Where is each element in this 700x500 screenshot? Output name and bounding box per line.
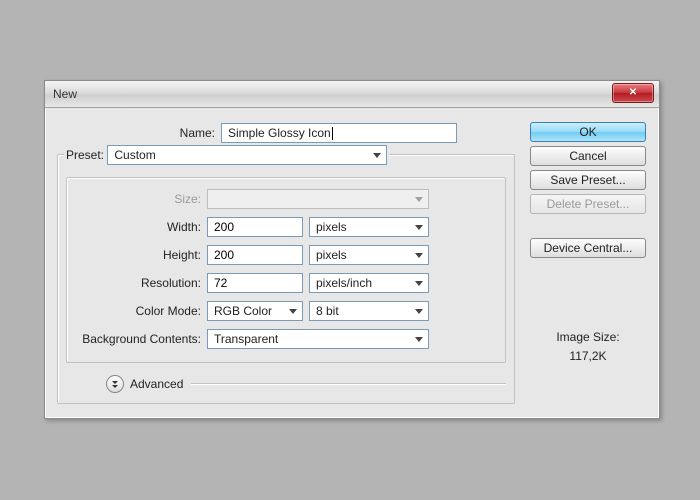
resolution-unit-value: pixels/inch bbox=[316, 276, 372, 290]
advanced-label: Advanced bbox=[130, 377, 183, 391]
image-size-label: Image Size: bbox=[556, 328, 619, 347]
cancel-button-label: Cancel bbox=[569, 149, 606, 163]
color-depth-value: 8 bit bbox=[316, 304, 339, 318]
advanced-toggle-button[interactable] bbox=[106, 375, 124, 393]
color-mode-select[interactable]: RGB Color bbox=[207, 301, 303, 321]
name-label: Name: bbox=[57, 126, 221, 140]
chevron-double-down-icon bbox=[112, 381, 118, 388]
dialog-content: Name: Simple Glossy Icon Preset: Custom … bbox=[45, 108, 659, 418]
color-depth-select[interactable]: 8 bit bbox=[309, 301, 429, 321]
width-label: Width: bbox=[73, 220, 207, 234]
preset-label: Preset: bbox=[66, 148, 104, 162]
height-unit-value: pixels bbox=[316, 248, 347, 262]
background-contents-value: Transparent bbox=[214, 332, 278, 346]
name-input[interactable]: Simple Glossy Icon bbox=[221, 123, 457, 143]
color-mode-label: Color Mode: bbox=[73, 304, 207, 318]
width-unit-value: pixels bbox=[316, 220, 347, 234]
height-label: Height: bbox=[73, 248, 207, 262]
resolution-label: Resolution: bbox=[73, 276, 207, 290]
save-preset-button-label: Save Preset... bbox=[550, 173, 625, 187]
button-column: OK Cancel Save Preset... Delete Preset..… bbox=[529, 122, 647, 406]
color-mode-value: RGB Color bbox=[214, 304, 272, 318]
name-input-value: Simple Glossy Icon bbox=[228, 126, 331, 140]
background-contents-label: Background Contents: bbox=[73, 332, 207, 346]
close-button[interactable]: ✕ bbox=[612, 83, 654, 103]
delete-preset-button: Delete Preset... bbox=[530, 194, 646, 214]
height-unit-select[interactable]: pixels bbox=[309, 245, 429, 265]
image-size-block: Image Size: 117,2K bbox=[556, 328, 619, 366]
delete-preset-button-label: Delete Preset... bbox=[547, 197, 630, 211]
advanced-row: Advanced bbox=[66, 375, 506, 393]
advanced-divider bbox=[191, 383, 506, 385]
ok-button[interactable]: OK bbox=[530, 122, 646, 142]
form-area: Name: Simple Glossy Icon Preset: Custom … bbox=[57, 122, 515, 406]
height-input[interactable] bbox=[207, 245, 303, 265]
image-size-value: 117,2K bbox=[556, 347, 619, 366]
cancel-button[interactable]: Cancel bbox=[530, 146, 646, 166]
close-icon: ✕ bbox=[629, 88, 637, 98]
preset-select-value: Custom bbox=[114, 148, 155, 162]
size-select bbox=[207, 189, 429, 209]
save-preset-button[interactable]: Save Preset... bbox=[530, 170, 646, 190]
new-document-dialog: New ✕ Name: Simple Glossy Icon Preset: C… bbox=[44, 80, 660, 419]
text-cursor-icon bbox=[332, 127, 333, 140]
width-input[interactable] bbox=[207, 217, 303, 237]
preset-details: Size: Width: pixels Hei bbox=[66, 177, 506, 363]
preset-group: Preset: Custom Size: Width: bbox=[57, 154, 515, 404]
resolution-input[interactable] bbox=[207, 273, 303, 293]
preset-select[interactable]: Custom bbox=[107, 145, 387, 165]
dialog-title: New bbox=[53, 87, 77, 101]
background-contents-select[interactable]: Transparent bbox=[207, 329, 429, 349]
titlebar[interactable]: New ✕ bbox=[45, 81, 659, 108]
device-central-button[interactable]: Device Central... bbox=[530, 238, 646, 258]
size-label: Size: bbox=[73, 192, 207, 206]
ok-button-label: OK bbox=[579, 125, 596, 139]
width-unit-select[interactable]: pixels bbox=[309, 217, 429, 237]
resolution-unit-select[interactable]: pixels/inch bbox=[309, 273, 429, 293]
device-central-button-label: Device Central... bbox=[544, 241, 633, 255]
